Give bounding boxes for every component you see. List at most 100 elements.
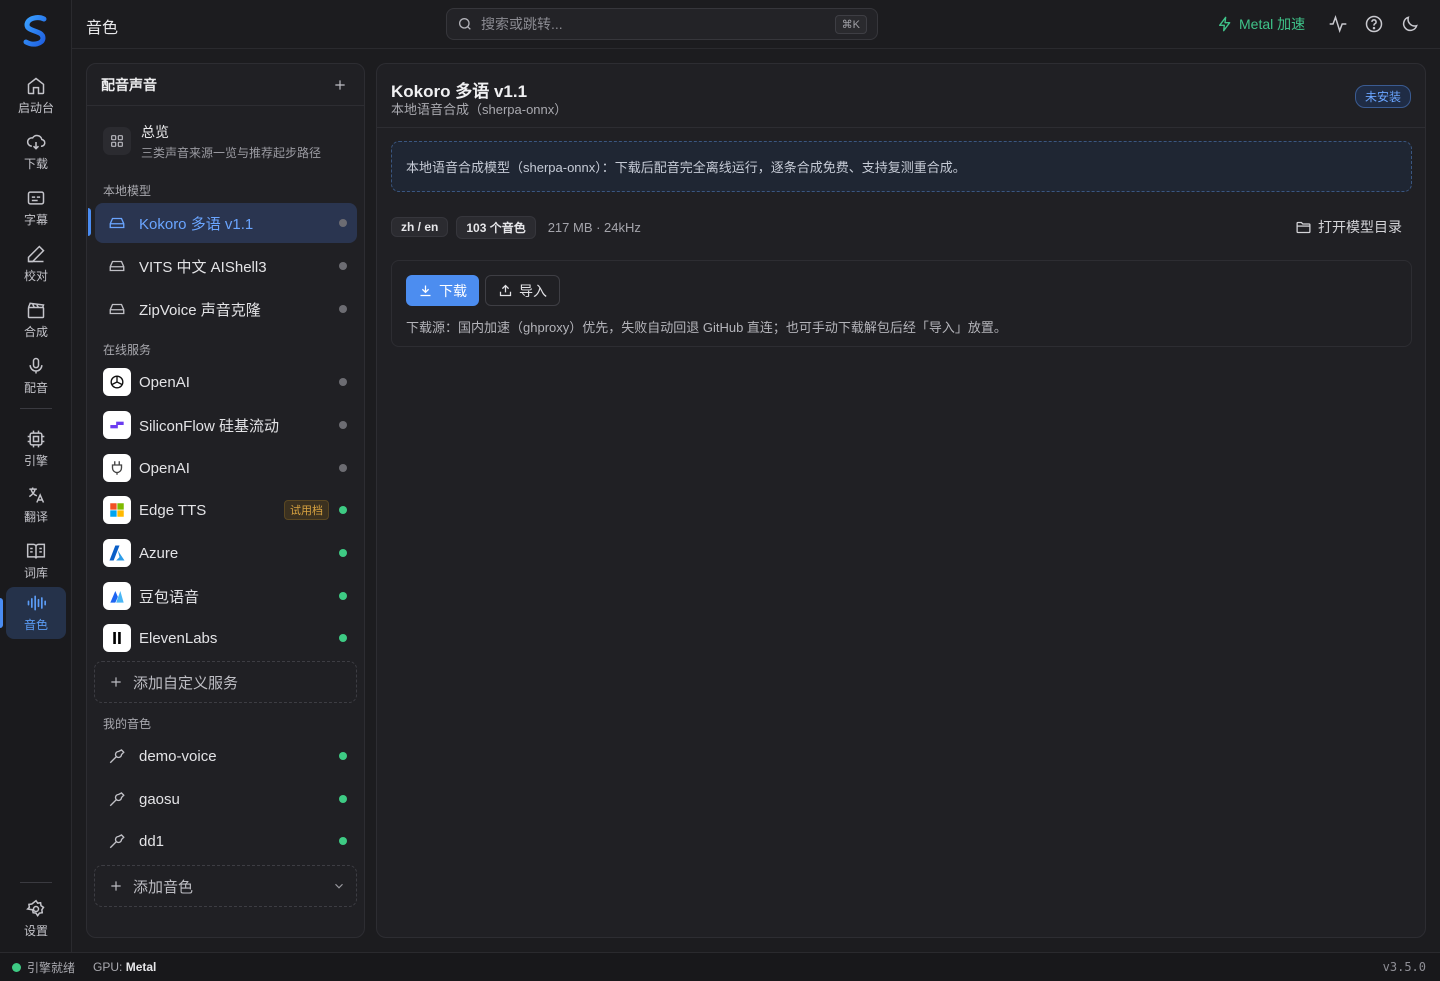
plus-icon <box>111 677 121 687</box>
plus-icon <box>335 79 345 90</box>
status-dot <box>339 305 347 313</box>
add-custom-service-button[interactable]: 添加自定义服务 <box>94 661 357 703</box>
translate-icon <box>28 487 45 503</box>
nav-dubbing[interactable]: 配音 <box>6 350 66 402</box>
status-dot <box>339 752 347 760</box>
cpu-icon <box>27 430 45 448</box>
voice-item-elevenlabs[interactable]: ElevenLabs <box>95 618 357 658</box>
download-source-note: 下载源：国内加速（ghproxy）优先，失败自动回退 GitHub 直连；也可手… <box>406 320 1007 335</box>
voice-item-vits[interactable]: VITS 中文 AIShell3 <box>95 246 357 286</box>
nav-proofread[interactable]: 校对 <box>6 238 66 290</box>
detail-subtitle: 本地语音合成（sherpa-onnx） <box>391 102 568 117</box>
voice-item-demo-voice[interactable]: demo-voice <box>95 736 357 776</box>
voice-item-name: gaosu <box>139 790 180 808</box>
status-dot <box>339 506 347 514</box>
status-dot <box>339 795 347 803</box>
upload-icon <box>499 284 512 297</box>
moon-icon[interactable] <box>1400 14 1420 34</box>
status-bar: 引擎就绪 GPU: Metal v3.5.0 <box>0 952 1440 981</box>
nav-voices[interactable]: 音色 <box>6 587 66 639</box>
nav-download[interactable]: 下载 <box>6 126 66 178</box>
download-button[interactable]: 下载 <box>406 275 479 306</box>
model-size-text: 217 MB · 24kHz <box>547 219 641 235</box>
voice-item-kokoro[interactable]: Kokoro 多语 v1.1 <box>95 203 357 243</box>
voice-item-name: ElevenLabs <box>139 629 218 647</box>
search-icon <box>459 18 471 30</box>
drive-icon <box>103 209 131 237</box>
chevron-down-icon <box>335 883 343 889</box>
voice-panel-header: 配音声音 <box>87 64 364 106</box>
voice-item-doubao[interactable]: 豆包语音 <box>95 576 357 616</box>
voice-item-azure[interactable]: Azure <box>95 533 357 573</box>
wrench-icon <box>103 742 131 770</box>
page-title: 音色 <box>86 20 119 37</box>
nav-settings[interactable]: 设置 <box>6 893 66 945</box>
activity-icon[interactable] <box>1328 14 1348 34</box>
waveform-icon <box>27 595 46 611</box>
voice-detail-panel: Kokoro 多语 v1.1 本地语音合成（sherpa-onnx） 未安装 本… <box>376 63 1426 938</box>
voice-item-openai[interactable]: OpenAI <box>95 362 357 402</box>
voice-count-chip: 103 个音色 <box>456 215 536 239</box>
nav-subtitles[interactable]: 字幕 <box>6 182 66 234</box>
voice-item-name: SiliconFlow 硅基流动 <box>139 417 280 435</box>
status-dot <box>339 378 347 386</box>
voice-item-name: Kokoro 多语 v1.1 <box>139 215 254 233</box>
nav-engine[interactable]: 引擎 <box>6 423 66 475</box>
nav-label: 音色 <box>23 618 48 632</box>
gpu-label: GPU: <box>93 960 123 974</box>
voice-item-openai-compatible[interactable]: OpenAI <box>95 448 357 488</box>
add-voice-source-button[interactable] <box>330 75 350 95</box>
status-dot <box>339 421 347 429</box>
pen-icon <box>27 245 45 263</box>
azure-logo-icon <box>103 539 131 567</box>
search-input[interactable] <box>481 16 827 32</box>
detail-header: Kokoro 多语 v1.1 本地语音合成（sherpa-onnx） 未安装 <box>377 64 1425 128</box>
search-shortcut: ⌘K <box>834 14 867 34</box>
add-voice-label: 添加音色 <box>133 878 194 896</box>
download-section: 下载 导入 下载源：国内加速（ghproxy）优先，失败自动回退 GitHub … <box>391 260 1412 347</box>
nav-divider <box>20 408 52 409</box>
nav-label: 引擎 <box>23 454 48 468</box>
overview-subtitle: 三类声音来源一览与推荐起步路径 <box>141 145 322 160</box>
nav-label: 配音 <box>23 381 48 395</box>
help-icon[interactable] <box>1364 14 1384 34</box>
overview-item[interactable]: 总览 三类声音来源一览与推荐起步路径 <box>95 116 357 166</box>
clapperboard-icon <box>27 302 45 319</box>
search-box[interactable]: ⌘K <box>446 8 878 40</box>
voice-item-gaosu[interactable]: gaosu <box>95 779 357 819</box>
status-dot <box>339 592 347 600</box>
metal-acceleration[interactable]: Metal 加速 <box>1217 14 1305 34</box>
nav-launchpad[interactable]: 启动台 <box>6 70 66 122</box>
nav-label: 字幕 <box>23 213 48 227</box>
engine-status-dot <box>12 962 21 972</box>
elevenlabs-logo-icon <box>103 624 131 652</box>
voice-item-siliconflow[interactable]: SiliconFlow 硅基流动 <box>95 405 357 445</box>
wrench-icon <box>103 827 131 855</box>
import-button[interactable]: 导入 <box>485 275 560 306</box>
voice-item-zipvoice[interactable]: ZipVoice 声音克隆 <box>95 289 357 329</box>
status-dot <box>339 219 347 227</box>
app-logo-icon[interactable] <box>16 12 56 52</box>
nav-label: 翻译 <box>23 510 48 524</box>
gpu-status: GPU: Metal <box>93 960 156 974</box>
voice-item-name: 豆包语音 <box>139 588 200 606</box>
doubao-logo-icon <box>103 582 131 610</box>
section-online-services: 在线服务 <box>103 343 152 357</box>
metal-label: Metal 加速 <box>1239 16 1306 32</box>
nav-active-indicator <box>0 598 3 628</box>
voice-item-name: VITS 中文 AIShell3 <box>139 258 267 276</box>
nav-translate[interactable]: 翻译 <box>6 479 66 531</box>
voice-item-name: demo-voice <box>139 747 217 765</box>
voice-item-dd1[interactable]: dd1 <box>95 821 357 861</box>
open-model-dir-button[interactable]: 打开模型目录 <box>1295 217 1402 237</box>
add-voice-button[interactable]: 添加音色 <box>94 865 357 907</box>
top-bar: 音色 ⌘K Metal 加速 <box>72 0 1440 49</box>
section-my-voices: 我的音色 <box>103 717 152 731</box>
plug-icon <box>103 454 131 482</box>
nav-compose[interactable]: 合成 <box>6 294 66 346</box>
nav-glossary[interactable]: 词库 <box>6 535 66 587</box>
voice-item-edge-tts[interactable]: Edge TTS 试用档 <box>95 490 357 530</box>
drive-icon <box>103 295 131 323</box>
plus-icon <box>111 881 121 891</box>
book-icon <box>26 543 46 559</box>
